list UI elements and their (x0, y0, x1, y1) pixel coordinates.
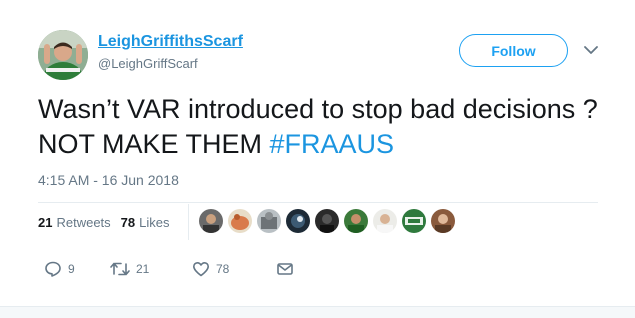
direct-message-button[interactable] (276, 260, 294, 278)
liker-avatar[interactable] (402, 209, 426, 233)
likes-stat-label: Likes (139, 214, 170, 230)
tweet-actions: 9 21 78 (44, 259, 294, 279)
retweet-button[interactable]: 21 (110, 260, 192, 278)
divider (38, 202, 598, 203)
retweet-count: 21 (136, 262, 150, 276)
reply-button[interactable]: 9 (44, 260, 110, 278)
liker-avatar[interactable] (286, 209, 310, 233)
likes-stat-count: 78 (120, 214, 136, 230)
reply-count: 9 (68, 262, 75, 276)
caret-down-icon[interactable] (581, 40, 601, 60)
tweet-text: Wasn’t VAR introduced to stop bad decisi… (38, 92, 608, 162)
tweet-card: LeighGriffithsScarf @LeighGriffScarf Fol… (0, 0, 635, 318)
liker-avatar[interactable] (431, 209, 455, 233)
user-handle[interactable]: @LeighGriffScarf (98, 56, 198, 71)
liker-avatar[interactable] (257, 209, 281, 233)
like-button[interactable]: 78 (192, 260, 276, 278)
user-display-name[interactable]: LeighGriffithsScarf (98, 33, 243, 51)
retweets-stat-count: 21 (38, 214, 53, 230)
mail-icon (276, 260, 294, 278)
liker-avatar[interactable] (344, 209, 368, 233)
liker-avatar[interactable] (315, 209, 339, 233)
hashtag-link[interactable]: #FRAAUS (270, 129, 395, 159)
liker-avatar[interactable] (373, 209, 397, 233)
retweets-stat-label: Retweets (56, 214, 111, 230)
stats-separator (188, 204, 189, 240)
tweet-timestamp[interactable]: 4:15 AM - 16 Jun 2018 (38, 172, 179, 188)
retweets-stat[interactable]: 21 Retweets (38, 215, 111, 230)
liker-avatar[interactable] (199, 209, 223, 233)
retweet-icon (110, 260, 130, 278)
liker-avatar[interactable] (228, 209, 252, 233)
engagement-stats: 21 Retweets 78 Likes (38, 213, 180, 231)
reply-icon (44, 260, 62, 278)
bottom-border (0, 306, 635, 318)
liker-avatars (199, 209, 460, 233)
user-avatar[interactable] (38, 30, 88, 80)
like-count: 78 (216, 262, 230, 276)
likes-stat[interactable]: 78 Likes (121, 215, 170, 230)
heart-icon (192, 260, 210, 278)
follow-button[interactable]: Follow (459, 34, 568, 67)
